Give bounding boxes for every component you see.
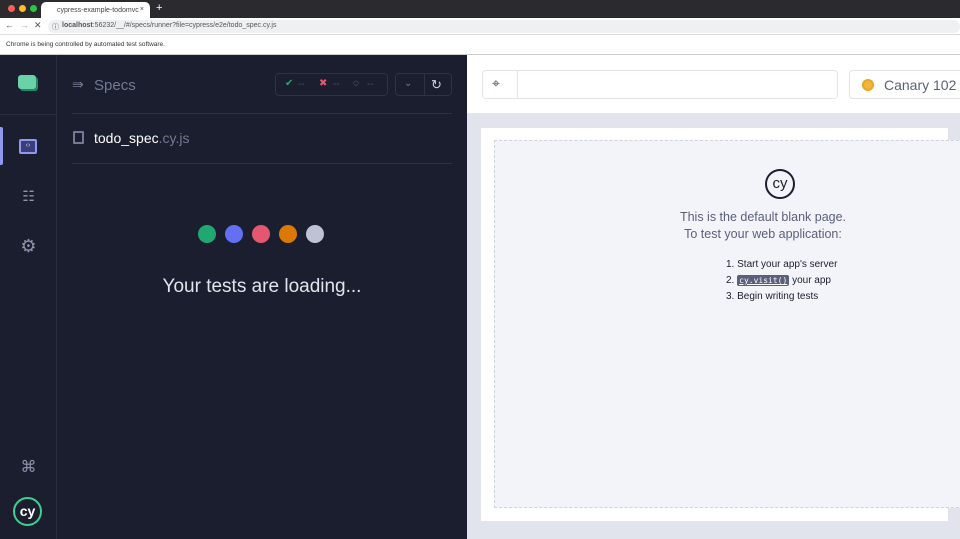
url-host: localhost: [62, 22, 93, 29]
new-tab-button[interactable]: +: [156, 2, 162, 14]
passed-check-icon: ✔: [285, 78, 294, 89]
browser-tab[interactable]: cypress-example-todomvc ×: [41, 2, 150, 18]
failed-count: --: [333, 79, 340, 90]
cy-visit-code[interactable]: cy.visit(): [737, 275, 790, 286]
minimize-window-button[interactable]: [19, 5, 26, 12]
info-icon: ⓘ: [52, 24, 59, 31]
browser-selector[interactable]: Canary 102: [849, 70, 960, 99]
tab-title: cypress-example-todomvc: [57, 7, 139, 14]
blank-page-message: This is the default blank page. To test …: [495, 209, 960, 243]
url-path: :56232/__/#/specs/runner?file=cypress/e2…: [92, 22, 277, 29]
run-controls: ⌄ ↻: [395, 73, 452, 96]
active-indicator: [0, 127, 3, 165]
chevron-down-icon[interactable]: ⌄: [404, 78, 412, 89]
spec-name: todo_spec: [94, 130, 159, 146]
close-window-button[interactable]: [8, 5, 15, 12]
failed-x-icon: ✖: [319, 78, 328, 89]
cypress-logo-icon: cy: [765, 169, 795, 199]
spec-ext: .cy.js: [158, 130, 190, 146]
step-1: 1. Start your app's server: [726, 259, 838, 270]
blank-line-2: To test your web application:: [684, 227, 842, 241]
spec-file-name[interactable]: todo_spec.cy.js: [94, 130, 189, 146]
rerun-icon[interactable]: ↻: [431, 77, 442, 93]
blank-line-1: This is the default blank page.: [679, 210, 847, 224]
cypress-logo-icon: cy: [13, 497, 42, 526]
forward-icon[interactable]: →: [20, 20, 29, 30]
loading-dot: [225, 225, 243, 243]
step-3: 3. Begin writing tests: [726, 291, 819, 302]
pending-count: --: [367, 79, 374, 90]
chrome-canary-icon: [862, 79, 874, 91]
loading-dot: [198, 225, 216, 243]
maximize-window-button[interactable]: [30, 5, 37, 12]
specs-title: Specs: [94, 77, 136, 94]
steps-list: 1. Start your app's server 2. cy.visit()…: [726, 257, 837, 305]
loading-dot: [252, 225, 270, 243]
side-nav: ‹› ☷ ⚙ ⌘ cy: [0, 55, 57, 539]
loading-text: Your tests are loading...: [162, 276, 362, 297]
pending-spinner-icon: ◌: [353, 78, 359, 89]
selector-playground-crosshair-icon[interactable]: ⌖: [492, 75, 500, 92]
loading-dot: [306, 225, 324, 243]
specs-panel: ⇛ Specs ✔ -- ✖ -- ◌ -- ⌄ ↻ todo_spec.cy.js …: [57, 55, 467, 539]
url-bar: ⌖: [482, 70, 838, 99]
specs-nav-icon[interactable]: ‹›: [19, 139, 37, 154]
app-url-input[interactable]: [523, 77, 823, 93]
specs-list-icon[interactable]: ⇛: [72, 76, 84, 93]
loading-dot: [279, 225, 297, 243]
settings-gear-icon[interactable]: ⚙: [0, 236, 57, 257]
back-icon[interactable]: ←: [5, 20, 14, 30]
browser-tab-bar: cypress-example-todomvc × +: [0, 0, 960, 18]
blank-page: cy This is the default blank page. To te…: [494, 140, 960, 508]
loading-dots: [198, 225, 324, 243]
file-icon: [73, 131, 84, 144]
url-input[interactable]: ⓘ localhost:56232/__/#/specs/runner?file=…: [48, 20, 960, 33]
app-logo-icon: [18, 75, 36, 89]
runner-pane: ⌖ Canary 102 cy This is the default blan…: [467, 55, 960, 539]
automation-info-bar: Chrome is being controlled by automated …: [0, 35, 960, 55]
tab-close-icon[interactable]: ×: [140, 6, 144, 13]
stop-icon[interactable]: ✕: [34, 20, 42, 31]
keyboard-shortcuts-icon[interactable]: ⌘: [0, 457, 57, 477]
step-2: 2. cy.visit() your app: [726, 275, 831, 286]
passed-count: --: [298, 79, 305, 90]
aut-iframe: cy This is the default blank page. To te…: [481, 128, 960, 521]
browser-label: Canary 102: [884, 77, 957, 93]
test-stats: ✔ -- ✖ -- ◌ --: [275, 73, 388, 96]
runs-nav-icon[interactable]: ☷: [0, 188, 57, 205]
